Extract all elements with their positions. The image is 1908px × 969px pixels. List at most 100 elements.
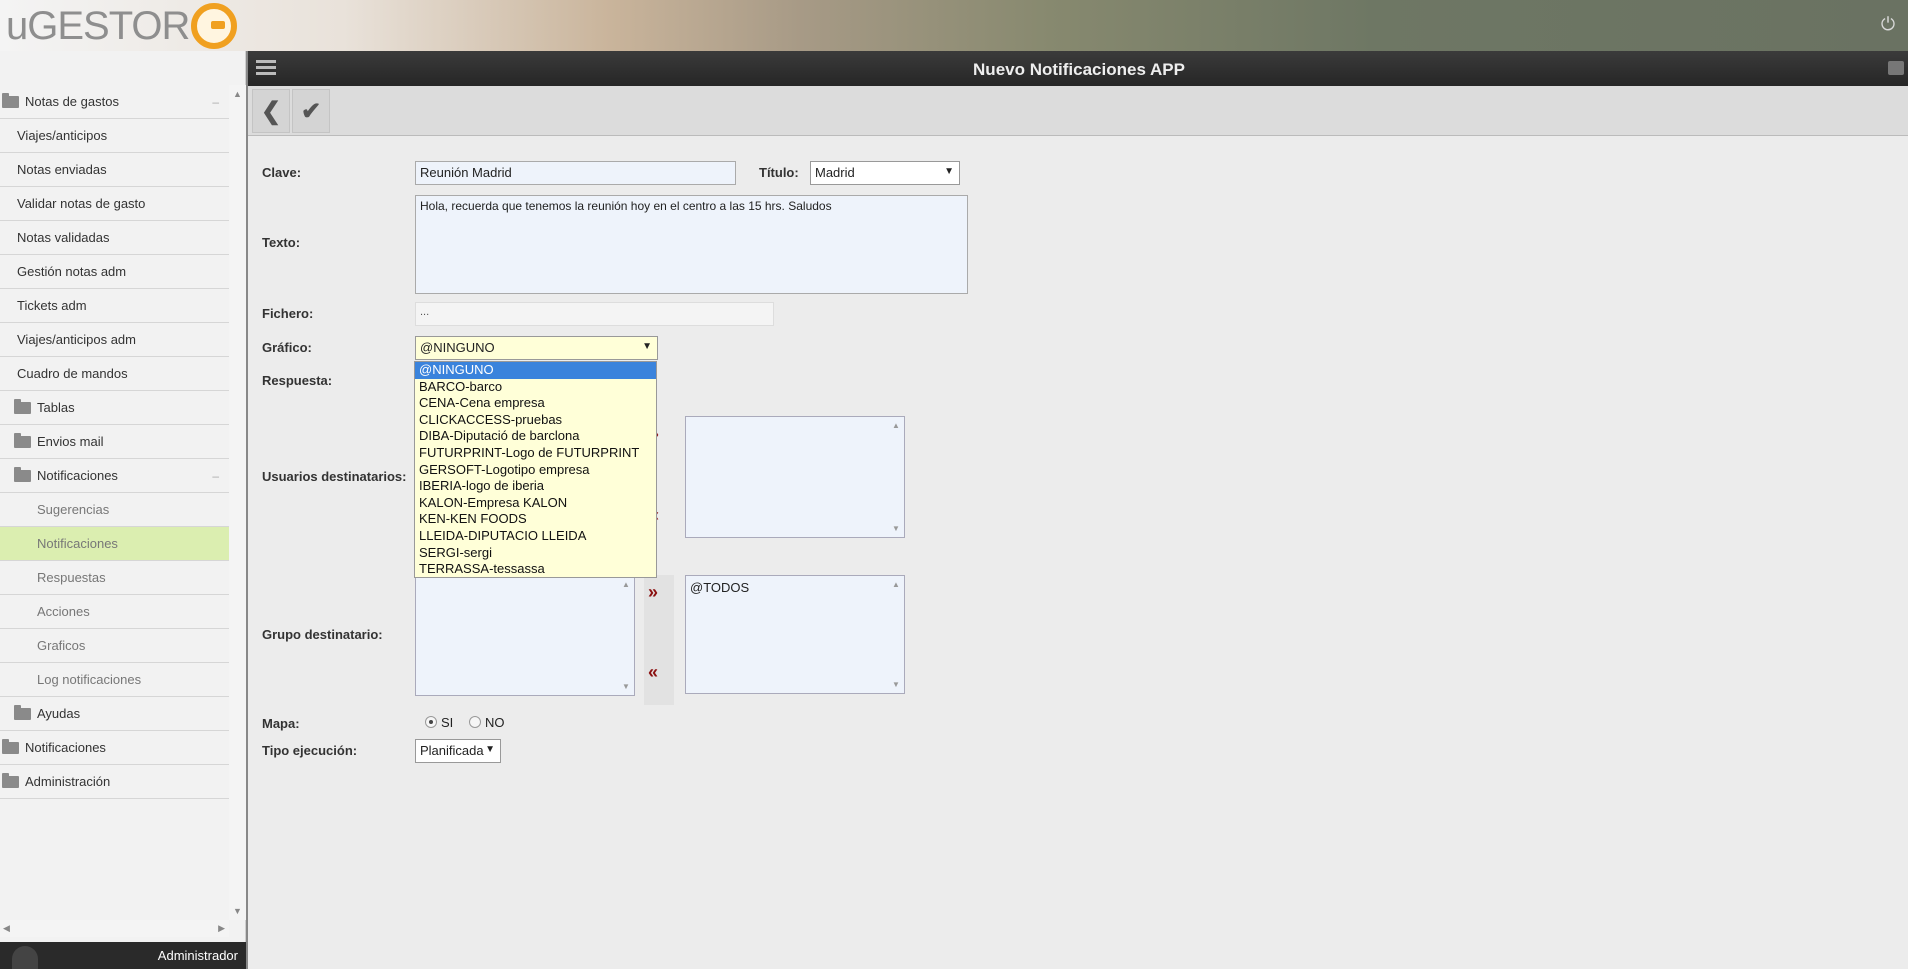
list-scrollbar[interactable]: ▲ ▼ [890, 578, 902, 691]
grafico-label: Gráfico: [262, 340, 312, 355]
sidebar-item[interactable]: Tickets adm [0, 289, 229, 323]
sidebar-item[interactable]: Notificaciones – [0, 459, 229, 493]
dropdown-option[interactable]: BARCO-barco [415, 379, 656, 396]
sidebar-item[interactable]: Respuestas [0, 561, 229, 595]
sidebar-item[interactable]: Validar notas de gasto [0, 187, 229, 221]
plug-icon[interactable] [1888, 61, 1904, 75]
sidebar-item[interactable]: Cuadro de mandos [0, 357, 229, 391]
sidebar-menu: Notas de gastos – Viajes/anticipos Notas en… [0, 85, 229, 799]
dropdown-option[interactable]: KEN-KEN FOODS [415, 511, 656, 528]
sidebar: Notas de gastos – Viajes/anticipos Notas en… [0, 51, 246, 969]
mapa-label: Mapa: [262, 716, 300, 731]
fichero-input[interactable]: ... [415, 302, 774, 326]
respuesta-label: Respuesta: [262, 373, 333, 388]
sidebar-item-label: Tablas [37, 400, 75, 415]
sidebar-item[interactable]: Graficos [0, 629, 229, 663]
sidebar-item-label: Viajes/anticipos adm [17, 332, 136, 347]
sidebar-item[interactable]: Notificaciones [0, 731, 229, 765]
sidebar-item-label: Administración [25, 774, 111, 789]
usuarios-label: Usuarios destinatarios: [262, 469, 407, 484]
check-icon: ✔ [300, 97, 322, 125]
collapse-icon[interactable]: – [212, 95, 219, 109]
grupo-available-list[interactable]: ▲ ▼ [415, 575, 635, 696]
dropdown-option[interactable]: DIBA-Diputació de barclona [415, 428, 656, 445]
remove-group-double-arrow-icon[interactable]: « [648, 662, 658, 683]
sidebar-item-label: Notificaciones [37, 468, 118, 483]
sidebar-item[interactable]: Notificaciones [0, 527, 229, 561]
tipo-label: Tipo ejecución: [262, 743, 358, 758]
mapa-no-label: NO [485, 715, 505, 730]
titulo-select[interactable]: Madrid ▼ [810, 161, 960, 185]
sidebar-item-label: Notificaciones [25, 740, 106, 755]
sidebar-item-label: Gestión notas adm [17, 264, 127, 279]
grafico-value: @NINGUNO [420, 340, 495, 355]
save-button[interactable]: ✔ [292, 89, 330, 133]
sidebar-item[interactable]: Gestión notas adm [0, 255, 229, 289]
sidebar-horizontal-scrollbar[interactable]: ◀ ▶ [0, 920, 229, 937]
sidebar-item-label: Sugerencias [37, 502, 110, 517]
add-group-double-arrow-icon[interactable]: » [648, 582, 658, 603]
sidebar-item-label: Viajes/anticipos [17, 128, 108, 143]
sidebar-item[interactable]: Notas enviadas [0, 153, 229, 187]
back-button[interactable]: ❮ [252, 89, 290, 133]
folder-icon [2, 738, 19, 754]
dropdown-option[interactable]: @NINGUNO [415, 362, 656, 379]
sidebar-item[interactable]: Tablas [0, 391, 229, 425]
page-title: Nuevo Notificaciones APP [973, 60, 1185, 79]
sidebar-item[interactable]: Log notificaciones [0, 663, 229, 697]
usuarios-selected-list[interactable]: ▲ ▼ [685, 416, 905, 538]
sidebar-item[interactable]: Viajes/anticipos adm [0, 323, 229, 357]
grupo-selected-list[interactable]: @TODOS ▲ ▼ [685, 575, 905, 694]
dropdown-option[interactable]: GERSOFT-Logotipo empresa [415, 462, 656, 479]
list-scrollbar[interactable]: ▲ ▼ [620, 578, 632, 693]
avatar [12, 946, 38, 969]
chevron-left-icon: ❮ [260, 97, 282, 125]
sidebar-item-label: Acciones [37, 604, 90, 619]
dropdown-option[interactable]: KALON-Empresa KALON [415, 495, 656, 512]
tipo-select[interactable]: Planificada ▼ [415, 739, 501, 763]
mapa-radio-no[interactable]: NO [469, 715, 505, 730]
grafico-dropdown-list[interactable]: @NINGUNO BARCO-barco CENA-Cena empresa CLIC… [414, 361, 657, 578]
power-icon[interactable]: ⏻ [1878, 14, 1898, 34]
dropdown-option[interactable]: TERRASSA-tessassa [415, 561, 656, 578]
texto-textarea[interactable]: Hola, recuerda que tenemos la reunión ho… [415, 195, 968, 294]
menu-toggle-icon[interactable] [256, 60, 276, 76]
dropdown-option[interactable]: LLEIDA-DIPUTACIO LLEIDA [415, 528, 656, 545]
sidebar-item[interactable]: Envios mail [0, 425, 229, 459]
sidebar-vertical-scrollbar[interactable]: ▲ ▼ [229, 85, 246, 920]
dropdown-option[interactable]: CENA-Cena empresa [415, 395, 656, 412]
sidebar-item[interactable]: Sugerencias [0, 493, 229, 527]
mapa-radio-si[interactable]: SI [425, 715, 453, 730]
sidebar-item-label: Envios mail [37, 434, 104, 449]
sidebar-item-label: Notificaciones [37, 536, 118, 551]
dropdown-arrow-icon: ▼ [485, 744, 495, 755]
list-item[interactable]: @TODOS [690, 580, 749, 595]
sidebar-item[interactable]: Notas de gastos – [0, 85, 229, 119]
clave-input[interactable]: Reunión Madrid [415, 161, 736, 185]
sidebar-item-label: Tickets adm [17, 298, 87, 313]
sidebar-item-label: Validar notas de gasto [17, 196, 146, 211]
mapa-si-label: SI [441, 715, 454, 730]
radio-checked-icon [425, 716, 437, 728]
dropdown-option[interactable]: IBERIA-logo de iberia [415, 478, 656, 495]
grafico-select[interactable]: @NINGUNO ▼ [415, 336, 658, 360]
fichero-label: Fichero: [262, 306, 314, 321]
dropdown-option[interactable]: CLICKACCESS-pruebas [415, 412, 656, 429]
sidebar-item[interactable]: Administración [0, 765, 229, 799]
toolbar: ❮ ✔ [248, 86, 1908, 136]
sidebar-item[interactable]: Notas validadas [0, 221, 229, 255]
dropdown-option[interactable]: SERGI-sergi [415, 545, 656, 562]
sidebar-item[interactable]: Ayudas [0, 697, 229, 731]
dropdown-option[interactable]: FUTURPRINT-Logo de FUTURPRINT [415, 445, 656, 462]
clave-label: Clave: [262, 165, 302, 180]
sidebar-item[interactable]: Viajes/anticipos [0, 119, 229, 153]
texto-label: Texto: [262, 235, 301, 250]
sidebar-item[interactable]: Acciones [0, 595, 229, 629]
sidebar-item-label: Ayudas [37, 706, 81, 721]
list-scrollbar[interactable]: ▲ ▼ [890, 419, 902, 535]
collapse-icon[interactable]: – [212, 469, 219, 483]
tipo-value: Planificada [420, 743, 484, 758]
folder-icon [14, 466, 31, 482]
sidebar-item-label: Notas de gastos [25, 94, 119, 109]
grupo-label: Grupo destinatario: [262, 627, 383, 642]
